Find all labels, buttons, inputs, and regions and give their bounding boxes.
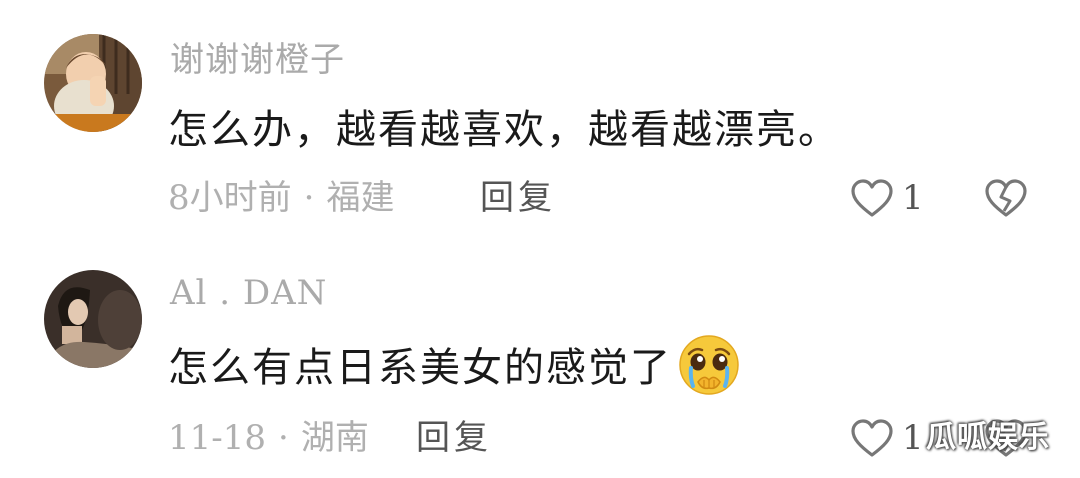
comment-location: 湖南 (300, 418, 369, 458)
pleading-face-emoji (679, 335, 739, 395)
comment-meta: 8小时前 · 福建 (168, 178, 394, 218)
comment-item: 谢谢谢橙子 怎么办，越看越喜欢，越看越漂亮。 8小时前 · 福建 回复 1 (0, 0, 1080, 240)
avatar-photo-woman (44, 270, 142, 368)
comment-location: 福建 (326, 178, 395, 218)
username[interactable]: Al . DAN (170, 273, 327, 313)
comment-meta: 11-18 · 湖南 (168, 418, 369, 458)
heart-outline-icon[interactable] (850, 178, 894, 218)
reply-button[interactable]: 回复 (416, 418, 492, 458)
user-avatar[interactable] (44, 34, 142, 132)
user-avatar[interactable] (44, 270, 142, 368)
meta-separator: · (303, 178, 315, 218)
comment-time: 11-18 (168, 418, 267, 458)
heart-outline-icon[interactable] (850, 418, 894, 458)
reply-button[interactable]: 回复 (480, 178, 556, 218)
comment-text-body: 怎么有点日系美女的感觉了 (168, 345, 672, 391)
comment-list: 谢谢谢橙子 怎么办，越看越喜欢，越看越漂亮。 8小时前 · 福建 回复 1 Al… (0, 0, 1080, 478)
comment-text: 怎么有点日系美女的感觉了 (168, 335, 742, 404)
comment-text: 怎么办，越看越喜欢，越看越漂亮。 (168, 107, 840, 153)
watermark: 瓜呱娱乐 (926, 420, 1050, 455)
like-count: 1 (902, 178, 924, 218)
like-count: 1 (902, 418, 924, 458)
avatar-photo-child (44, 34, 142, 132)
comment-item: Al . DAN 怎么有点日系美女的感觉了 11-18 · 湖南 回复 1 (0, 240, 1080, 478)
meta-separator: · (278, 418, 289, 458)
comment-time: 8小时前 (168, 178, 292, 218)
broken-heart-icon[interactable] (984, 178, 1028, 218)
username[interactable]: 谢谢谢橙子 (170, 40, 345, 80)
